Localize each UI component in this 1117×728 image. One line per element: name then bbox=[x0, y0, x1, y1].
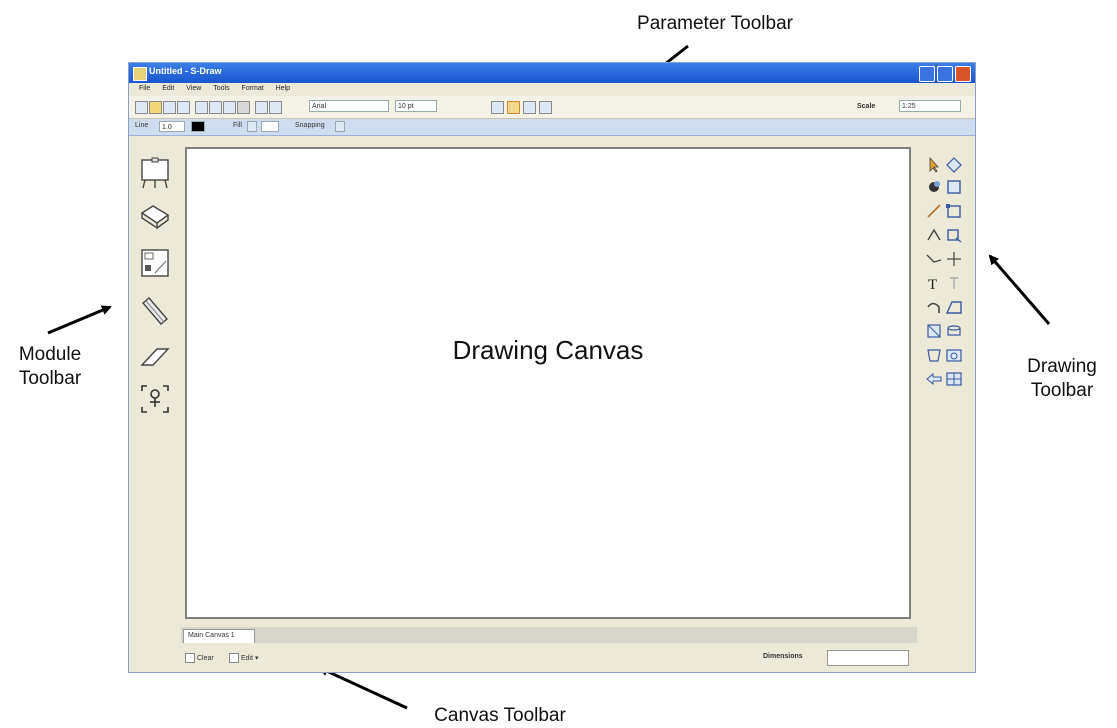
pointer-icon[interactable] bbox=[925, 157, 943, 173]
drawing-toolbar-annotation-line1: Drawing bbox=[1027, 356, 1097, 377]
module-toolbar-annotation-line2: Toolbar bbox=[18, 368, 82, 389]
save-as-icon[interactable] bbox=[177, 101, 190, 114]
module-toolbar bbox=[131, 141, 179, 621]
snapping-checkbox[interactable] bbox=[335, 121, 345, 132]
italic-icon[interactable] bbox=[461, 101, 472, 112]
clear-button[interactable]: Clear bbox=[185, 653, 214, 663]
bold-icon[interactable] bbox=[447, 101, 458, 112]
font-size-select[interactable]: 10 pt bbox=[395, 100, 437, 112]
edit-icon bbox=[229, 653, 239, 663]
curve-icon[interactable] bbox=[925, 227, 943, 243]
underline-icon[interactable] bbox=[475, 101, 486, 112]
print-icon[interactable] bbox=[237, 101, 250, 114]
menu-format[interactable]: Format bbox=[242, 85, 264, 92]
module-toolbar-annotation-line1: Module bbox=[18, 344, 82, 365]
parameter-toolbar: Arial 10 pt Scale 1:25 bbox=[129, 96, 975, 119]
app-icon bbox=[133, 67, 147, 81]
line-icon[interactable] bbox=[925, 203, 943, 219]
svg-text:T: T bbox=[928, 277, 937, 291]
fill-label: Fill bbox=[233, 122, 242, 129]
align-center-icon[interactable] bbox=[507, 101, 520, 114]
table-grid-icon[interactable] bbox=[945, 371, 963, 387]
easel-module-icon[interactable] bbox=[139, 157, 171, 189]
rectangle-icon[interactable] bbox=[945, 179, 963, 195]
polyline-icon[interactable] bbox=[925, 251, 943, 267]
canvas-tab-strip: Main Canvas 1 bbox=[181, 627, 917, 643]
trapezoid-icon[interactable] bbox=[945, 299, 963, 315]
paste-icon[interactable] bbox=[223, 101, 236, 114]
menu-bar: File Edit View Tools Format Help bbox=[129, 83, 975, 96]
drawing-canvas-label: Drawing Canvas bbox=[452, 335, 644, 365]
menu-edit[interactable]: Edit bbox=[162, 85, 174, 92]
edit-button[interactable]: Edit ▾ bbox=[229, 653, 259, 663]
drawing-canvas[interactable]: Drawing Canvas bbox=[185, 147, 911, 619]
menu-help[interactable]: Help bbox=[276, 85, 290, 92]
copy-icon[interactable] bbox=[209, 101, 222, 114]
drawing-toolbar: T bbox=[921, 157, 971, 437]
box-module-icon[interactable] bbox=[139, 201, 171, 233]
text-style-icon[interactable] bbox=[945, 275, 963, 291]
title-bar: Untitled - S-Draw bbox=[129, 63, 975, 83]
canvas-tab-main[interactable]: Main Canvas 1 bbox=[183, 629, 255, 643]
canvas-toolbar-annotation: Canvas Toolbar bbox=[434, 705, 566, 726]
window-title: Untitled - S-Draw bbox=[149, 66, 222, 76]
font-select[interactable]: Arial bbox=[309, 100, 389, 112]
edit-button-label: Edit bbox=[241, 654, 254, 662]
parameter-toolbar-annotation: Parameter Toolbar bbox=[637, 13, 793, 34]
save-icon[interactable] bbox=[163, 101, 176, 114]
cylinder-icon[interactable] bbox=[945, 323, 963, 339]
menu-tools[interactable]: Tools bbox=[213, 85, 229, 92]
pipe-module-icon[interactable] bbox=[139, 295, 171, 327]
arc-icon[interactable] bbox=[925, 299, 943, 315]
drawing-toolbar-annotation: Drawing Toolbar bbox=[1012, 355, 1112, 403]
fill-bucket-icon[interactable] bbox=[925, 179, 943, 195]
rotate-icon[interactable] bbox=[945, 227, 963, 243]
fill-checkbox[interactable] bbox=[247, 121, 257, 132]
text-tool-icon[interactable]: T bbox=[925, 275, 943, 291]
line-width-select[interactable]: 1.0 bbox=[159, 121, 185, 132]
minimize-button[interactable] bbox=[919, 66, 935, 82]
dimensions-label: Dimensions bbox=[763, 653, 803, 660]
drawing-toolbar-arrow bbox=[988, 254, 1051, 325]
scale-label: Scale bbox=[857, 103, 876, 110]
camera-icon[interactable] bbox=[945, 347, 963, 363]
crosshair-icon[interactable] bbox=[945, 251, 963, 267]
grid-box-icon[interactable] bbox=[925, 323, 943, 339]
module-toolbar-arrow bbox=[47, 305, 112, 335]
align-right-icon[interactable] bbox=[523, 101, 536, 114]
fill-color-swatch[interactable] bbox=[261, 121, 279, 132]
line-color-swatch[interactable] bbox=[191, 121, 205, 132]
align-left-icon[interactable] bbox=[491, 101, 504, 114]
undo-icon[interactable] bbox=[255, 101, 268, 114]
maximize-button[interactable] bbox=[937, 66, 953, 82]
snapping-label: Snapping bbox=[295, 122, 325, 129]
plane-module-icon[interactable] bbox=[139, 341, 171, 373]
menu-view[interactable]: View bbox=[186, 85, 201, 92]
property-bar: Line 1.0 Fill Snapping bbox=[129, 119, 975, 136]
canvas-toolbar: Clear Edit ▾ Dimensions bbox=[181, 647, 971, 667]
drawing-toolbar-annotation-line2: Toolbar bbox=[1030, 380, 1094, 401]
cut-icon[interactable] bbox=[195, 101, 208, 114]
diamond-icon[interactable] bbox=[945, 157, 963, 173]
bucket-shape-icon[interactable] bbox=[925, 347, 943, 363]
arrow-shape-icon[interactable] bbox=[925, 371, 943, 387]
clear-button-label: Clear bbox=[197, 654, 214, 662]
close-button[interactable] bbox=[955, 66, 971, 82]
map-module-icon[interactable] bbox=[139, 247, 171, 279]
clear-icon bbox=[185, 653, 195, 663]
person-module-icon[interactable] bbox=[139, 383, 171, 415]
menu-file[interactable]: File bbox=[139, 85, 150, 92]
application-window: Untitled - S-Draw File Edit View Tools F… bbox=[128, 62, 976, 673]
module-toolbar-annotation: Module Toolbar bbox=[0, 343, 100, 391]
redo-icon[interactable] bbox=[269, 101, 282, 114]
dimensions-field[interactable] bbox=[827, 650, 909, 666]
select-box-icon[interactable] bbox=[945, 203, 963, 219]
canvas-toolbar-arrow bbox=[318, 666, 408, 710]
justify-icon[interactable] bbox=[539, 101, 552, 114]
new-file-icon[interactable] bbox=[135, 101, 148, 114]
scale-select[interactable]: 1:25 bbox=[899, 100, 961, 112]
line-label: Line bbox=[135, 122, 149, 129]
open-file-icon[interactable] bbox=[149, 101, 162, 114]
